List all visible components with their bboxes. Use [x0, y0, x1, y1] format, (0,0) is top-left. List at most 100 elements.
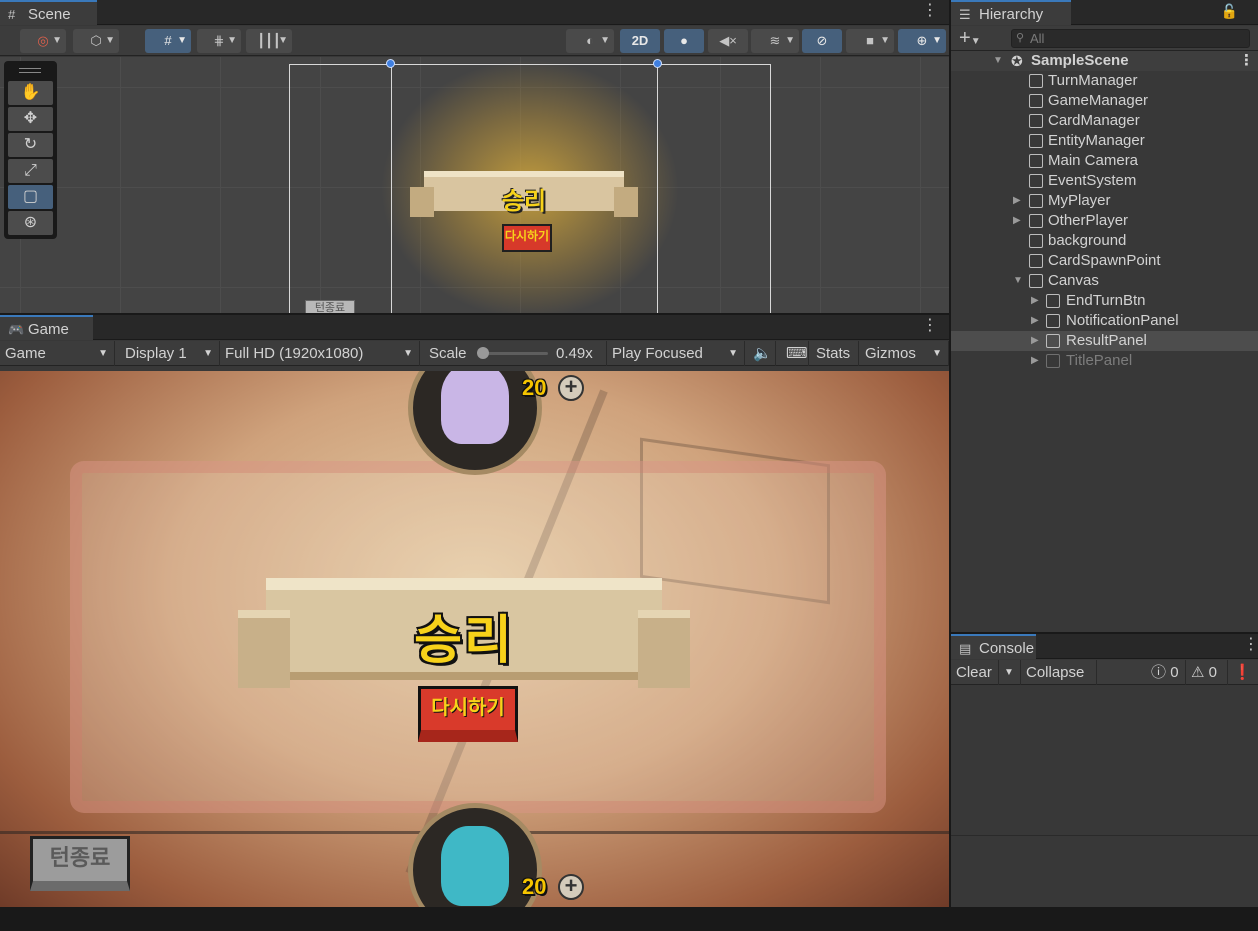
error-filter-toggle[interactable]: ❗ — [1228, 660, 1258, 685]
list-item[interactable]: ▶ EndTurnBtn — [951, 291, 1258, 311]
hierarchy-toolbar: +▼ ⚲ All — [951, 26, 1258, 51]
warning-filter-toggle[interactable]: ⚠ 0 — [1186, 660, 1228, 685]
scene-endturn-button[interactable]: 턴종료 — [305, 300, 355, 313]
camera-button[interactable]: ■ ▼ — [846, 29, 894, 53]
plus-icon: + — [959, 27, 971, 49]
ruler-button[interactable]: ┃┃┃ ▼ — [246, 29, 292, 53]
collapsed-arrow-icon[interactable]: ▶ — [1031, 351, 1039, 371]
render-mode-button[interactable]: ◐ ▼ — [566, 29, 614, 53]
collapse-toggle[interactable]: Collapse — [1021, 660, 1097, 685]
eye-hidden-icon: ⊘ — [816, 33, 828, 48]
opponent-hp: 20 — [522, 375, 547, 400]
game-viewport[interactable]: 20 + 승리 다시하기 턴종료 20 + — [0, 371, 949, 907]
snap-icon: ⋕ — [213, 33, 225, 48]
list-item[interactable]: background — [951, 231, 1258, 251]
scale-tool[interactable]: ⤢ — [8, 159, 53, 183]
retry-button[interactable]: 다시하기 — [418, 686, 518, 742]
scene-retry-button[interactable]: 다시하기 — [502, 224, 552, 252]
end-turn-button[interactable]: 턴종료 — [30, 836, 130, 891]
console-menu-icon[interactable]: ⋮ — [1243, 637, 1258, 653]
effects-button[interactable]: ≋ ▼ — [751, 29, 799, 53]
add-button[interactable]: +▼ — [959, 26, 981, 54]
console-log-area[interactable] — [951, 685, 1258, 907]
list-item[interactable]: ▶ OtherPlayer — [951, 211, 1258, 231]
collapsed-arrow-icon[interactable]: ▶ — [1013, 211, 1021, 231]
list-item[interactable]: CardManager — [951, 111, 1258, 131]
info-filter-toggle[interactable]: ⓘ 0 — [1146, 660, 1186, 685]
hand-tool[interactable]: ✋ — [8, 81, 53, 105]
list-item[interactable]: EntityManager — [951, 131, 1258, 151]
clear-button[interactable]: Clear — [951, 660, 999, 685]
collapsed-arrow-icon[interactable]: ▶ — [1031, 331, 1039, 351]
tab-hierarchy[interactable]: ☰ Hierarchy — [951, 0, 1071, 25]
visibility-toggle[interactable]: ⊘ — [802, 29, 842, 53]
hierarchy-search-input[interactable]: ⚲ All — [1011, 29, 1250, 48]
resolution-select[interactable]: Full HD (1920x1080) ▼ — [220, 341, 420, 366]
list-item[interactable]: ▼ Canvas — [951, 271, 1258, 291]
resolution-select-label: Full HD (1920x1080) — [225, 345, 364, 362]
shading-mode-button[interactable]: ⬡ ▼ — [73, 29, 119, 53]
list-item[interactable]: EventSystem — [951, 171, 1258, 191]
rect-handle[interactable] — [653, 59, 662, 68]
list-item-label: ResultPanel — [1066, 332, 1147, 349]
collapsed-arrow-icon[interactable]: ▶ — [1031, 311, 1039, 331]
list-item[interactable]: ▶ MyPlayer — [951, 191, 1258, 211]
list-item-label: GameManager — [1048, 92, 1149, 109]
tab-game[interactable]: 🎮 Game — [0, 315, 93, 340]
cube-icon: ⬡ — [90, 33, 102, 48]
shortcuts-toggle[interactable]: ⌨ — [781, 341, 809, 366]
collapsed-arrow-icon[interactable]: ▶ — [1013, 191, 1021, 211]
increment-snap-button[interactable]: ⋕ ▼ — [197, 29, 241, 53]
transform-tool[interactable]: ⊛ — [8, 211, 53, 235]
chevron-down-icon: ▼ — [98, 348, 108, 359]
lighting-toggle[interactable]: ● — [664, 29, 704, 53]
scene-viewport[interactable]: 승리 다시하기 턴종료 ✋ ✥ ↻ ⤢ ▢ ⊛ — [0, 57, 949, 313]
expanded-arrow-icon[interactable]: ▼ — [1013, 271, 1023, 291]
game-menu-icon[interactable]: ⋮ — [922, 318, 938, 334]
grip-handle[interactable] — [19, 68, 41, 73]
expanded-arrow-icon[interactable]: ▼ — [993, 51, 1003, 71]
list-item[interactable]: ▶ NotificationPanel — [951, 311, 1258, 331]
chevron-down-icon: ▼ — [278, 35, 288, 46]
list-item[interactable]: CardSpawnPoint — [951, 251, 1258, 271]
scene-result-title: 승리 — [501, 188, 547, 215]
scale-slider-knob[interactable] — [477, 347, 489, 359]
list-item-label: EntityManager — [1048, 132, 1145, 149]
draw-mode-button[interactable]: ◎ ▼ — [20, 29, 66, 53]
move-tool[interactable]: ✥ — [8, 107, 53, 131]
play-mode-select[interactable]: Play Focused ▼ — [607, 341, 745, 366]
view-select[interactable]: Game ▼ — [0, 341, 115, 366]
collapsed-arrow-icon[interactable]: ▶ — [1031, 291, 1039, 311]
scene-root-row[interactable]: ▼ ✪ SampleScene ⋮ — [951, 51, 1258, 71]
scene-menu-icon[interactable]: ⋮ — [1239, 51, 1254, 71]
rect-tool[interactable]: ▢ — [8, 185, 53, 209]
scene-result-banner[interactable]: 승리 — [410, 171, 638, 217]
clear-options-dropdown[interactable]: ▼ — [999, 660, 1021, 685]
2d-toggle[interactable]: 2D — [620, 29, 660, 53]
2d-label: 2D — [631, 33, 649, 48]
rotate-tool[interactable]: ↻ — [8, 133, 53, 157]
mute-audio-toggle[interactable]: 🔈 — [748, 341, 776, 366]
tab-console[interactable]: ▤ Console — [951, 634, 1036, 659]
list-item[interactable]: GameManager — [951, 91, 1258, 111]
audio-toggle[interactable]: ◀× — [708, 29, 748, 53]
list-item[interactable]: Main Camera — [951, 151, 1258, 171]
list-item-disabled[interactable]: ▶ TitlePanel — [951, 351, 1258, 371]
tab-scene[interactable]: # Scene — [0, 0, 97, 25]
lock-icon[interactable]: 🔓 — [1221, 3, 1238, 20]
stats-toggle[interactable]: Stats — [811, 341, 859, 366]
gizmos-button[interactable]: ⊕ ▼ — [898, 29, 946, 53]
rect-handle[interactable] — [386, 59, 395, 68]
list-item[interactable]: TurnManager — [951, 71, 1258, 91]
gameobject-icon — [1046, 354, 1060, 368]
list-item-label: OtherPlayer — [1048, 212, 1129, 229]
console-detail-divider[interactable] — [951, 835, 1258, 836]
warning-icon: ⚠ — [1191, 664, 1205, 681]
move-icon: ✥ — [23, 110, 38, 127]
chevron-down-icon: ▼ — [932, 348, 942, 359]
grid-snap-button[interactable]: # ▼ — [145, 29, 191, 53]
list-item-selected[interactable]: ▶ ResultPanel — [951, 331, 1258, 351]
display-select[interactable]: Display 1 ▼ — [120, 341, 220, 366]
scene-menu-icon[interactable]: ⋮ — [922, 3, 938, 19]
gizmos-select[interactable]: Gizmos ▼ — [860, 341, 949, 366]
